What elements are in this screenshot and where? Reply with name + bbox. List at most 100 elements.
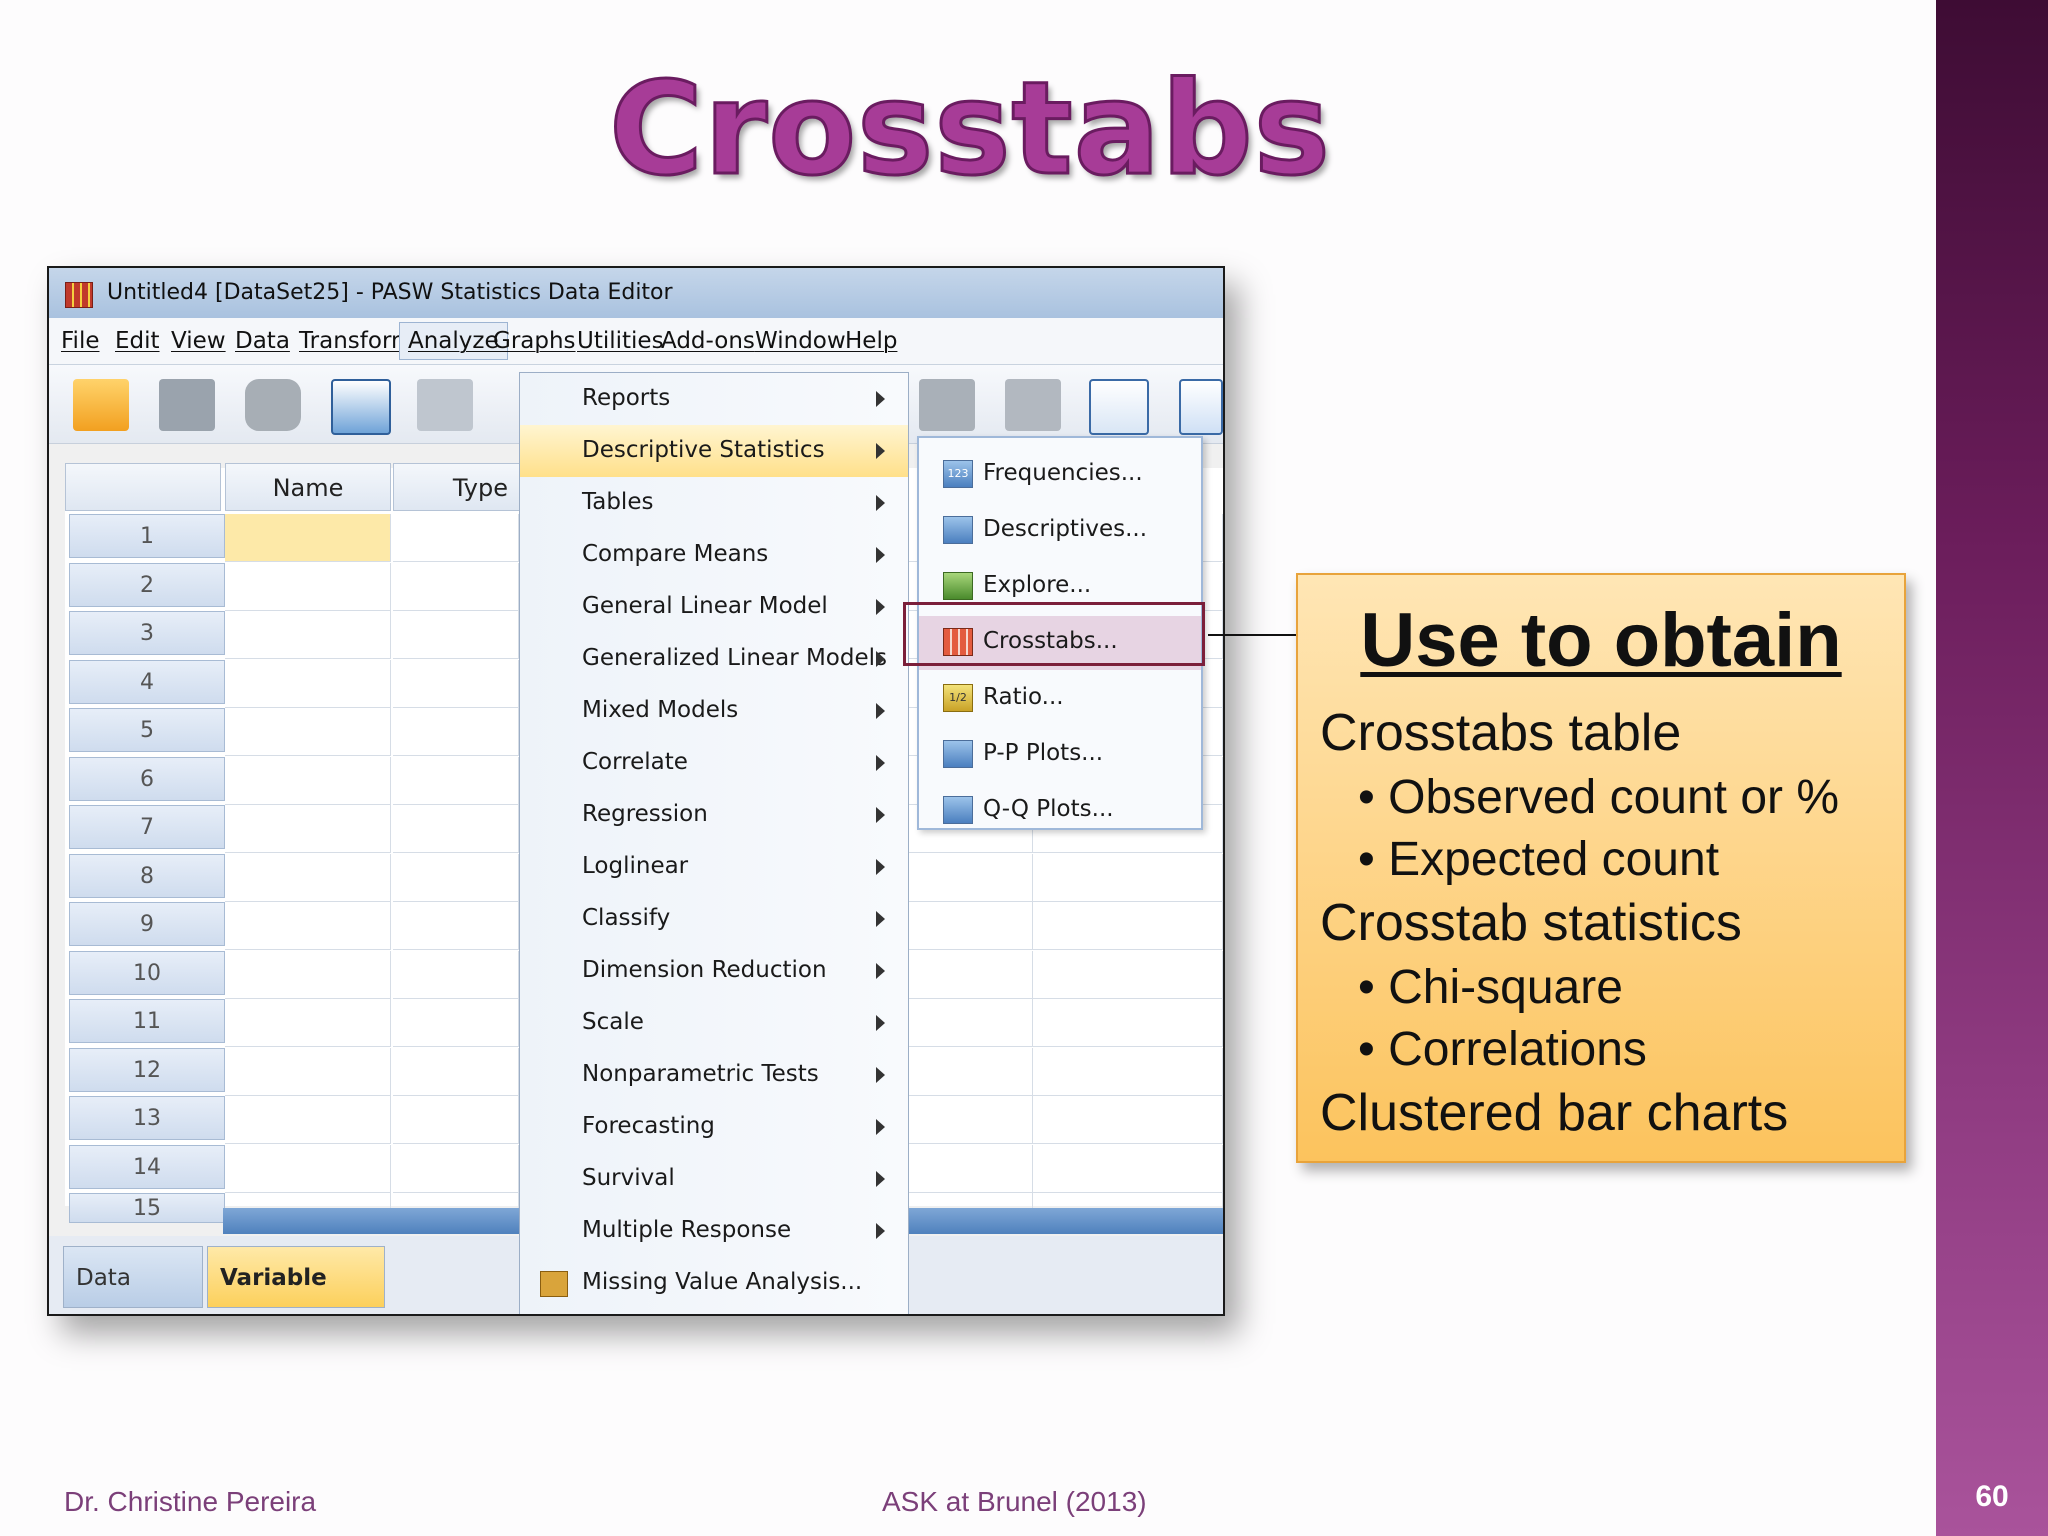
grid-cell[interactable]	[225, 611, 391, 659]
menu-item-classify[interactable]: Classify	[520, 893, 908, 945]
menu-item-generalized-linear-models[interactable]: Generalized Linear Models	[520, 633, 908, 685]
print-icon[interactable]	[245, 379, 301, 431]
menu-item-correlate[interactable]: Correlate	[520, 737, 908, 789]
row-header[interactable]: 6	[69, 756, 225, 801]
grid-cell[interactable]	[1033, 950, 1223, 999]
menu-item-scale[interactable]: Scale	[520, 997, 908, 1049]
grid-cell[interactable]	[909, 1144, 1033, 1193]
menu-item-survival[interactable]: Survival	[520, 1153, 908, 1205]
grid-cell[interactable]	[1033, 1096, 1223, 1144]
grid-cell[interactable]	[225, 1047, 391, 1096]
grid-cell[interactable]	[393, 1096, 519, 1144]
row-header[interactable]: 3	[69, 611, 225, 655]
row-header[interactable]: 12	[69, 1047, 225, 1092]
grid-cell[interactable]	[225, 805, 391, 853]
row-header[interactable]: 11	[69, 999, 225, 1043]
submenu-item-ratio[interactable]: 1/2 Ratio...	[919, 672, 1201, 726]
menu-addons[interactable]: Add-ons	[661, 328, 755, 354]
grid-cell[interactable]	[393, 659, 519, 708]
menu-help[interactable]: Help	[845, 328, 897, 354]
grid-cell[interactable]	[393, 756, 519, 805]
menu-item-loglinear[interactable]: Loglinear	[520, 841, 908, 893]
row-header[interactable]: 13	[69, 1096, 225, 1140]
grid-cell[interactable]	[909, 1096, 1033, 1144]
save-icon[interactable]	[159, 379, 215, 431]
menu-item-forecasting[interactable]: Forecasting	[520, 1101, 908, 1153]
row-header[interactable]: 14	[69, 1144, 225, 1189]
undo-icon[interactable]	[417, 379, 473, 431]
insert-cases-icon[interactable]	[1179, 379, 1223, 435]
grid-cell[interactable]	[909, 950, 1033, 999]
submenu-item-qq-plots[interactable]: Q-Q Plots...	[919, 784, 1201, 826]
grid-cell[interactable]	[1033, 999, 1223, 1047]
grid-cell[interactable]	[225, 514, 391, 562]
grid-cell[interactable]	[909, 902, 1033, 950]
menu-file[interactable]: File	[61, 328, 100, 354]
dialog-recall-icon[interactable]	[331, 379, 391, 435]
submenu-item-pp-plots[interactable]: P-P Plots...	[919, 728, 1201, 782]
submenu-item-descriptives[interactable]: Descriptives...	[919, 504, 1201, 558]
grid-cell[interactable]	[225, 999, 391, 1047]
tab-data-view[interactable]: Data View	[63, 1246, 203, 1308]
grid-cell[interactable]	[393, 562, 519, 611]
menu-item-dimension-reduction[interactable]: Dimension Reduction	[520, 945, 908, 997]
grid-cell[interactable]	[393, 1047, 519, 1096]
grid-cell[interactable]	[225, 853, 391, 902]
row-header[interactable]: 1	[69, 514, 225, 558]
submenu-item-frequencies[interactable]: 123 Frequencies...	[919, 448, 1201, 502]
tab-variable-view[interactable]: Variable View	[207, 1246, 385, 1308]
grid-cell[interactable]	[393, 611, 519, 659]
menu-analyze[interactable]: Analyze	[399, 322, 508, 360]
row-header[interactable]: 2	[69, 562, 225, 607]
row-header[interactable]: 9	[69, 902, 225, 946]
menu-window[interactable]: Window	[755, 328, 846, 354]
column-header-type[interactable]: Type	[393, 463, 523, 511]
menu-view[interactable]: View	[171, 328, 226, 354]
menu-graphs[interactable]: Graphs	[493, 328, 576, 354]
grid-cell[interactable]	[393, 1144, 519, 1193]
grid-cell[interactable]	[225, 562, 391, 611]
grid-cell[interactable]	[225, 902, 391, 950]
column-header-name[interactable]: Name	[225, 463, 391, 511]
grid-cell[interactable]	[225, 950, 391, 999]
menu-item-compare-means[interactable]: Compare Means	[520, 529, 908, 581]
menu-item-descriptive-statistics[interactable]: Descriptive Statistics	[520, 425, 908, 477]
menu-edit[interactable]: Edit	[115, 328, 160, 354]
variables-icon[interactable]	[1089, 379, 1149, 435]
menu-item-missing-value-analysis[interactable]: Missing Value Analysis...	[520, 1257, 908, 1309]
grid-cell[interactable]	[909, 1047, 1033, 1096]
menu-item-regression[interactable]: Regression	[520, 789, 908, 841]
grid-cell[interactable]	[393, 853, 519, 902]
grid-cell[interactable]	[909, 853, 1033, 902]
grid-cell[interactable]	[1033, 1144, 1223, 1193]
menu-item-reports[interactable]: Reports	[520, 373, 908, 425]
menu-item-tables[interactable]: Tables	[520, 477, 908, 529]
row-header[interactable]: 5	[69, 708, 225, 752]
menu-item-nonparametric-tests[interactable]: Nonparametric Tests	[520, 1049, 908, 1101]
row-header[interactable]: 8	[69, 853, 225, 898]
row-header[interactable]: 10	[69, 950, 225, 995]
menu-transform[interactable]: Transform	[299, 328, 413, 354]
grid-cell[interactable]	[393, 902, 519, 950]
open-folder-icon[interactable]	[73, 379, 129, 431]
goto-variable-icon[interactable]	[1005, 379, 1061, 431]
menu-item-multiple-response[interactable]: Multiple Response	[520, 1205, 908, 1257]
grid-cell[interactable]	[225, 708, 391, 756]
grid-cell[interactable]	[1033, 1047, 1223, 1096]
find-icon[interactable]	[919, 379, 975, 431]
grid-cell[interactable]	[393, 708, 519, 756]
menu-utilities[interactable]: Utilities	[577, 328, 664, 354]
menu-item-general-linear-model[interactable]: General Linear Model	[520, 581, 908, 633]
grid-cell[interactable]	[393, 805, 519, 853]
grid-cell[interactable]	[225, 659, 391, 708]
menu-item-mixed-models[interactable]: Mixed Models	[520, 685, 908, 737]
grid-cell[interactable]	[909, 999, 1033, 1047]
row-header[interactable]: 7	[69, 805, 225, 849]
grid-cell[interactable]	[393, 999, 519, 1047]
grid-cell[interactable]	[1033, 853, 1223, 902]
row-header[interactable]: 4	[69, 659, 225, 704]
grid-cell[interactable]	[225, 1096, 391, 1144]
row-header[interactable]: 15	[69, 1193, 225, 1223]
grid-cell[interactable]	[225, 1144, 391, 1193]
grid-cell[interactable]	[225, 756, 391, 805]
